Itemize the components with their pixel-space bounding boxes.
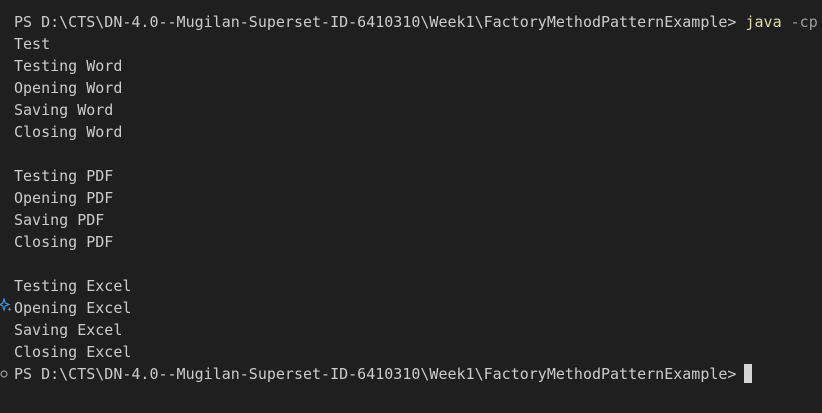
command-name: java (745, 13, 782, 31)
final-prompt-line[interactable]: PS D:\CTS\DN-4.0--Mugilan-Superset-ID-64… (14, 363, 822, 385)
output-line: Saving Word (14, 101, 114, 119)
cursor-block (744, 364, 753, 383)
output-line: Testing Excel (14, 277, 132, 295)
output-line: Opening Word (14, 79, 123, 97)
command-prompt-line: PS D:\CTS\DN-4.0--Mugilan-Superset-ID-64… (14, 11, 822, 33)
output-line: Opening PDF (14, 189, 114, 207)
circle-icon (0, 370, 8, 378)
command-args: -cp (790, 13, 818, 31)
terminal-panel[interactable]: PS D:\CTS\DN-4.0--Mugilan-Superset-ID-64… (0, 0, 822, 413)
sparkle-icon[interactable] (0, 298, 12, 312)
output-line: Saving Excel (14, 321, 123, 339)
output-line: Closing Excel (14, 343, 132, 361)
prompt-path: PS D:\CTS\DN-4.0--Mugilan-Superset-ID-64… (14, 13, 737, 31)
final-prompt-path: PS D:\CTS\DN-4.0--Mugilan-Superset-ID-64… (14, 365, 737, 383)
output-line: Opening Excel (14, 299, 132, 317)
output-line: Testing Word (14, 57, 123, 75)
output-line: Closing Word (14, 123, 123, 141)
output-line: Saving PDF (14, 211, 105, 229)
output-line: Testing PDF (14, 167, 114, 185)
output-line: Test (14, 35, 51, 53)
output-line: Closing PDF (14, 233, 114, 251)
